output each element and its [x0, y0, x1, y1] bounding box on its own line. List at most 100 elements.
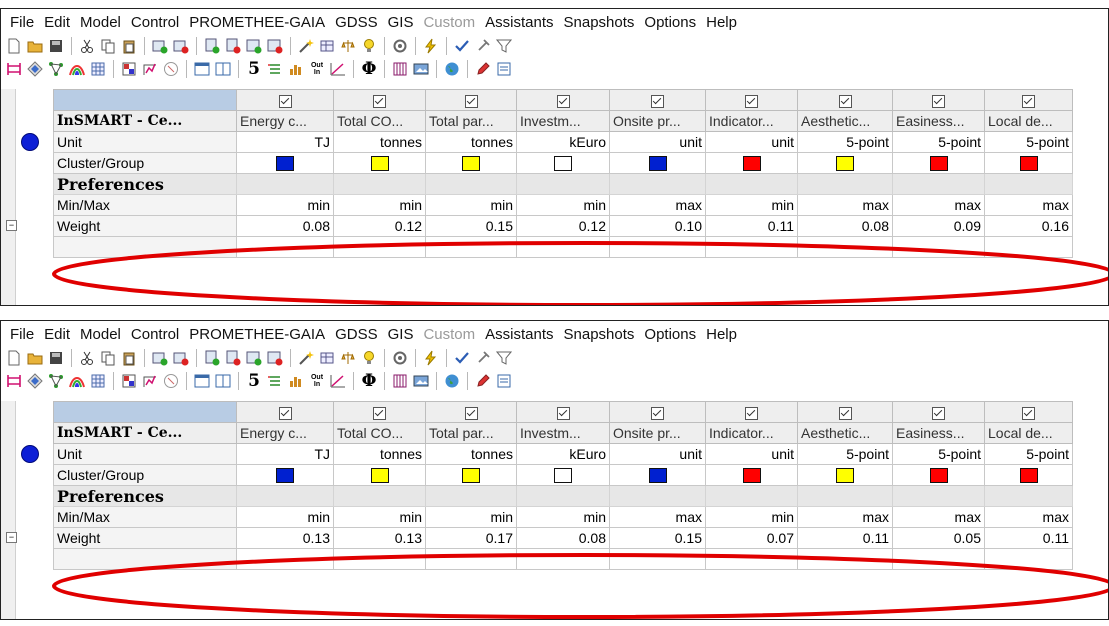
image-icon[interactable] — [412, 372, 430, 390]
menu-custom[interactable]: Custom — [418, 326, 480, 343]
preference-function-cell[interactable] — [333, 236, 426, 258]
unit-cell[interactable]: tonnes — [425, 443, 517, 465]
minmax-cell[interactable]: min — [425, 194, 517, 216]
preference-function-cell[interactable] — [984, 236, 1073, 258]
menu-promethee-gaia[interactable]: PROMETHEE-GAIA — [184, 14, 330, 31]
walking-weights-icon[interactable] — [141, 60, 159, 78]
criterion-active-checkbox[interactable] — [333, 89, 426, 111]
globe-icon[interactable] — [443, 372, 461, 390]
criterion-name[interactable]: Indicator... — [705, 422, 798, 444]
minmax-cell[interactable]: min — [333, 194, 426, 216]
chart-icon[interactable] — [287, 60, 305, 78]
criterion-active-checkbox[interactable] — [609, 89, 706, 111]
chart-icon[interactable] — [287, 372, 305, 390]
add-scenario-icon[interactable] — [245, 37, 263, 55]
menu-gis[interactable]: GIS — [383, 326, 419, 343]
paste-icon[interactable] — [120, 349, 138, 367]
criterion-name[interactable]: Local de... — [984, 110, 1073, 132]
criterion-active-checkbox[interactable] — [425, 401, 517, 423]
model-name[interactable]: InSMART - Ce... — [53, 110, 237, 132]
menu-help[interactable]: Help — [701, 14, 742, 31]
criterion-name[interactable]: Aesthetic... — [797, 422, 893, 444]
copy-icon[interactable] — [99, 37, 117, 55]
ranking-icon[interactable] — [5, 372, 23, 390]
preference-function-cell[interactable] — [333, 548, 426, 570]
preference-function-cell[interactable] — [892, 548, 985, 570]
minmax-cell[interactable]: min — [705, 506, 798, 528]
criterion-name[interactable]: Investm... — [516, 422, 610, 444]
criterion-name[interactable]: Easiness... — [892, 110, 985, 132]
menu-gdss[interactable]: GDSS — [330, 14, 383, 31]
save-icon[interactable] — [47, 349, 65, 367]
curve-icon[interactable] — [329, 60, 347, 78]
paste-icon[interactable] — [120, 37, 138, 55]
preference-function-cell[interactable] — [609, 236, 706, 258]
open-folder-icon[interactable] — [26, 37, 44, 55]
network-icon[interactable] — [47, 60, 65, 78]
menu-snapshots[interactable]: Snapshots — [559, 326, 640, 343]
diamond-icon[interactable] — [26, 372, 44, 390]
split-icon[interactable] — [214, 372, 232, 390]
preference-function-cell[interactable] — [236, 548, 334, 570]
weight-cell[interactable]: 0.13 — [333, 527, 426, 549]
weight-cell[interactable]: 0.13 — [236, 527, 334, 549]
unit-cell[interactable]: 5-point — [797, 443, 893, 465]
criterion-name[interactable]: Total par... — [425, 110, 517, 132]
preference-function-cell[interactable] — [236, 236, 334, 258]
notes-icon[interactable] — [495, 60, 513, 78]
lightbulb-icon[interactable] — [360, 37, 378, 55]
cluster-cell[interactable] — [705, 152, 798, 174]
criterion-active-checkbox[interactable] — [516, 89, 610, 111]
number-icon[interactable]: 5 — [245, 371, 263, 391]
preference-function-cell[interactable] — [705, 236, 798, 258]
table-icon[interactable] — [318, 349, 336, 367]
collapse-preferences-toggle[interactable]: − — [6, 532, 17, 543]
menu-control[interactable]: Control — [126, 14, 184, 31]
criterion-active-checkbox[interactable] — [892, 401, 985, 423]
menu-assistants[interactable]: Assistants — [480, 14, 558, 31]
weight-cell[interactable]: 0.15 — [609, 527, 706, 549]
unit-cell[interactable]: unit — [609, 443, 706, 465]
remove-criterion-icon[interactable] — [224, 349, 242, 367]
rainbow-icon[interactable] — [68, 372, 86, 390]
preference-function-cell[interactable] — [797, 548, 893, 570]
magic-wand-icon[interactable] — [297, 37, 315, 55]
cluster-cell[interactable] — [609, 464, 706, 486]
weight-cell[interactable]: 0.16 — [984, 215, 1073, 237]
menu-gdss[interactable]: GDSS — [330, 326, 383, 343]
unit-cell[interactable]: tonnes — [333, 131, 426, 153]
ranking-icon[interactable] — [5, 60, 23, 78]
image-icon[interactable] — [412, 60, 430, 78]
menu-model[interactable]: Model — [75, 14, 126, 31]
weight-cell[interactable]: 0.05 — [892, 527, 985, 549]
pin-icon[interactable] — [474, 349, 492, 367]
criterion-active-checkbox[interactable] — [984, 89, 1073, 111]
cluster-cell[interactable] — [425, 152, 517, 174]
cluster-cell[interactable] — [892, 464, 985, 486]
notes-icon[interactable] — [495, 372, 513, 390]
stop-icon[interactable] — [162, 372, 180, 390]
unit-cell[interactable]: unit — [609, 131, 706, 153]
menu-edit[interactable]: Edit — [39, 14, 75, 31]
cluster-cell[interactable] — [425, 464, 517, 486]
unit-cell[interactable]: kEuro — [516, 131, 610, 153]
criterion-active-checkbox[interactable] — [797, 401, 893, 423]
unit-cell[interactable]: 5-point — [984, 131, 1073, 153]
table-icon[interactable] — [318, 37, 336, 55]
grid-icon[interactable] — [89, 372, 107, 390]
minmax-cell[interactable]: min — [236, 194, 334, 216]
unit-cell[interactable]: unit — [705, 443, 798, 465]
cluster-cell[interactable] — [236, 152, 334, 174]
cluster-cell[interactable] — [333, 152, 426, 174]
curve-icon[interactable] — [329, 372, 347, 390]
weight-cell[interactable]: 0.11 — [705, 215, 798, 237]
minmax-cell[interactable]: min — [333, 506, 426, 528]
cluster-cell[interactable] — [797, 152, 893, 174]
lightning-icon[interactable] — [422, 349, 440, 367]
menu-file[interactable]: File — [5, 326, 39, 343]
settings-icon[interactable] — [391, 349, 409, 367]
unit-cell[interactable]: 5-point — [984, 443, 1073, 465]
split-icon[interactable] — [214, 60, 232, 78]
minmax-cell[interactable]: max — [609, 194, 706, 216]
new-file-icon[interactable] — [5, 349, 23, 367]
